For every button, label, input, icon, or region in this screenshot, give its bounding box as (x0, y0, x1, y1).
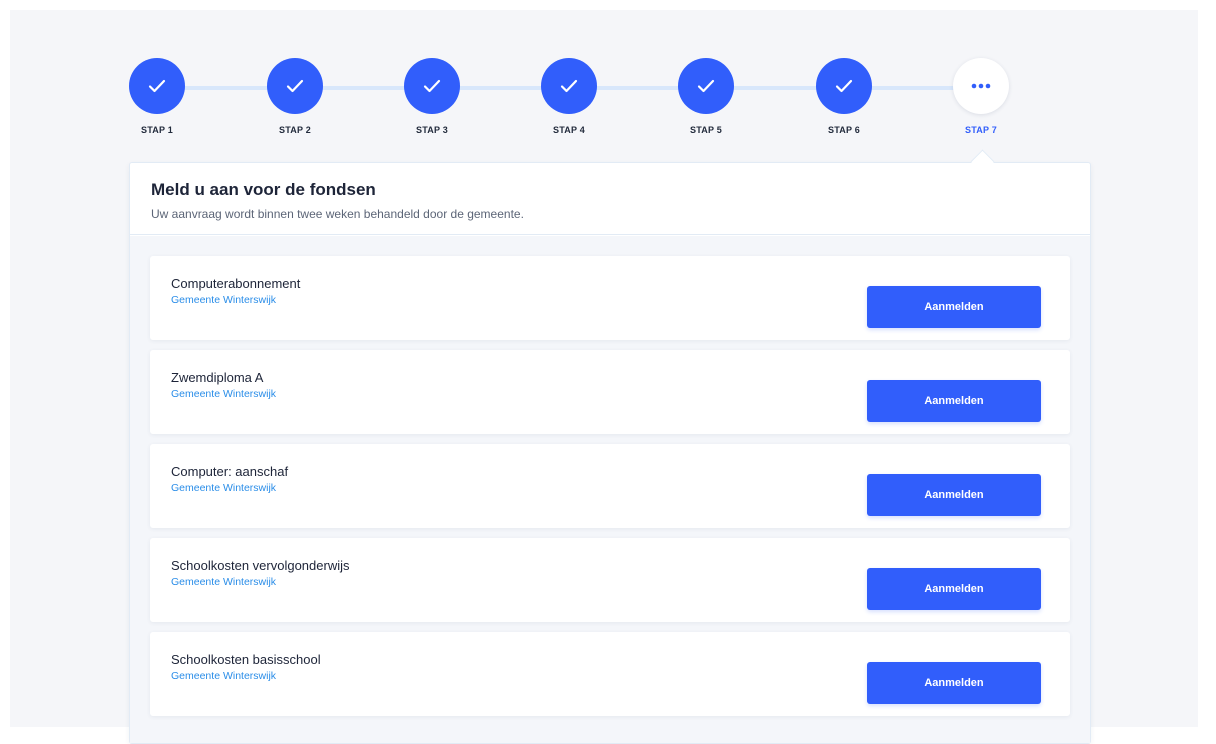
more-dots-icon (971, 83, 991, 89)
check-icon (286, 79, 304, 93)
step-4: STAP 4 (524, 58, 614, 135)
step-4-circle (541, 58, 597, 114)
step-6-circle (816, 58, 872, 114)
apply-button[interactable]: Aanmelden (867, 568, 1041, 610)
step-6-label: STAP 6 (828, 125, 860, 135)
step-5: STAP 5 (661, 58, 751, 135)
step-6: STAP 6 (799, 58, 889, 135)
step-1: STAP 1 (112, 58, 202, 135)
apply-button[interactable]: Aanmelden (867, 286, 1041, 328)
fund-organization: Gemeente Winterswijk (171, 576, 277, 588)
step-7: STAP 7 (936, 58, 1026, 135)
fund-name: Zwemdiploma A (171, 370, 264, 385)
progress-stepper: STAP 1 STAP 2 STAP 3 STAP 4 STAP 5 STAP … (0, 0, 1216, 150)
apply-button[interactable]: Aanmelden (867, 474, 1041, 516)
step-3-label: STAP 3 (416, 125, 448, 135)
step-1-label: STAP 1 (141, 125, 173, 135)
step-5-label: STAP 5 (690, 125, 722, 135)
step-2-circle (267, 58, 323, 114)
check-icon (148, 79, 166, 93)
step-1-circle (129, 58, 185, 114)
step-4-label: STAP 4 (553, 125, 585, 135)
fund-organization: Gemeente Winterswijk (171, 670, 277, 682)
funds-list: Computerabonnement Gemeente Winterswijk … (130, 236, 1090, 743)
step-3: STAP 3 (387, 58, 477, 135)
funds-card: Meld u aan voor de fondsen Uw aanvraag w… (129, 162, 1091, 744)
step-5-circle (678, 58, 734, 114)
fund-item: Computerabonnement Gemeente Winterswijk … (150, 256, 1070, 340)
fund-organization: Gemeente Winterswijk (171, 294, 277, 306)
card-header: Meld u aan voor de fondsen Uw aanvraag w… (130, 163, 1090, 235)
page-title: Meld u aan voor de fondsen (151, 180, 376, 199)
fund-name: Computer: aanschaf (171, 464, 289, 479)
step-2-label: STAP 2 (279, 125, 311, 135)
fund-name: Schoolkosten vervolgonderwijs (171, 558, 350, 573)
fund-item: Schoolkosten vervolgonderwijs Gemeente W… (150, 538, 1070, 622)
check-icon (423, 79, 441, 93)
fund-item: Schoolkosten basisschool Gemeente Winter… (150, 632, 1070, 716)
apply-button[interactable]: Aanmelden (867, 380, 1041, 422)
page-subtitle: Uw aanvraag wordt binnen twee weken beha… (151, 207, 524, 221)
check-icon (560, 79, 578, 93)
step-7-circle (953, 58, 1009, 114)
fund-organization: Gemeente Winterswijk (171, 482, 277, 494)
step-7-label: STAP 7 (965, 125, 997, 135)
fund-item: Zwemdiploma A Gemeente Winterswijk Aanme… (150, 350, 1070, 434)
check-icon (697, 79, 715, 93)
fund-item: Computer: aanschaf Gemeente Winterswijk … (150, 444, 1070, 528)
apply-button[interactable]: Aanmelden (867, 662, 1041, 704)
step-2: STAP 2 (250, 58, 340, 135)
fund-organization: Gemeente Winterswijk (171, 388, 277, 400)
step-3-circle (404, 58, 460, 114)
check-icon (835, 79, 853, 93)
fund-name: Schoolkosten basisschool (171, 652, 321, 667)
fund-name: Computerabonnement (171, 276, 301, 291)
